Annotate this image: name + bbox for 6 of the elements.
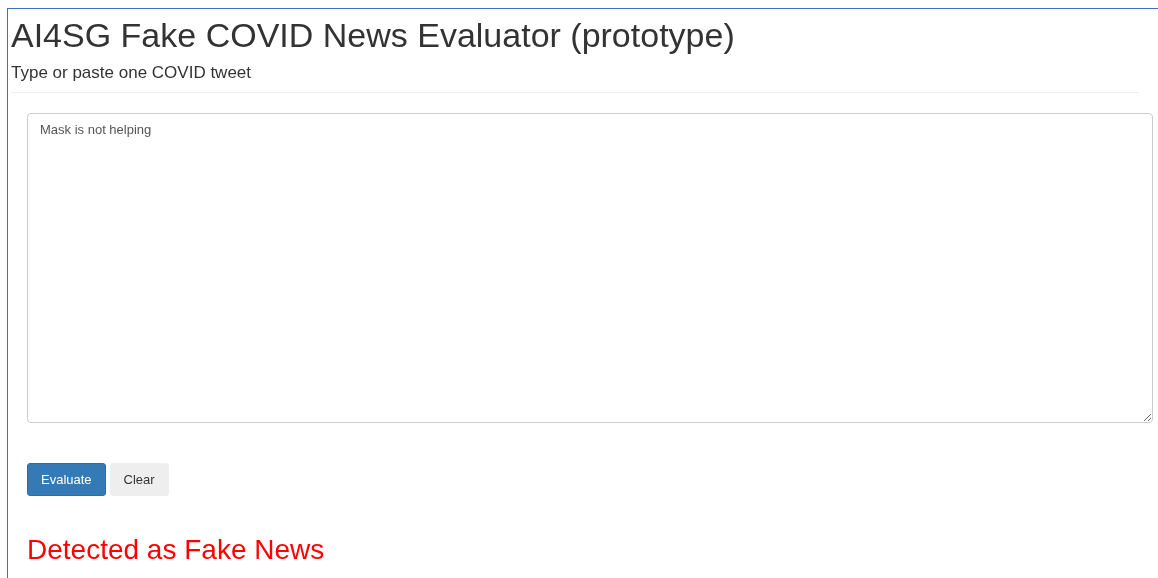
tweet-input-field[interactable]: Mask is not helping xyxy=(27,113,1153,423)
page-title: AI4SG Fake COVID News Evaluator (prototype) xyxy=(11,15,736,55)
clear-button[interactable]: Clear xyxy=(109,463,169,496)
result-message: Detected as Fake News xyxy=(27,534,326,566)
page-subtitle: Type or paste one COVID tweet xyxy=(11,63,252,83)
evaluate-button[interactable]: Evaluate xyxy=(27,463,106,496)
